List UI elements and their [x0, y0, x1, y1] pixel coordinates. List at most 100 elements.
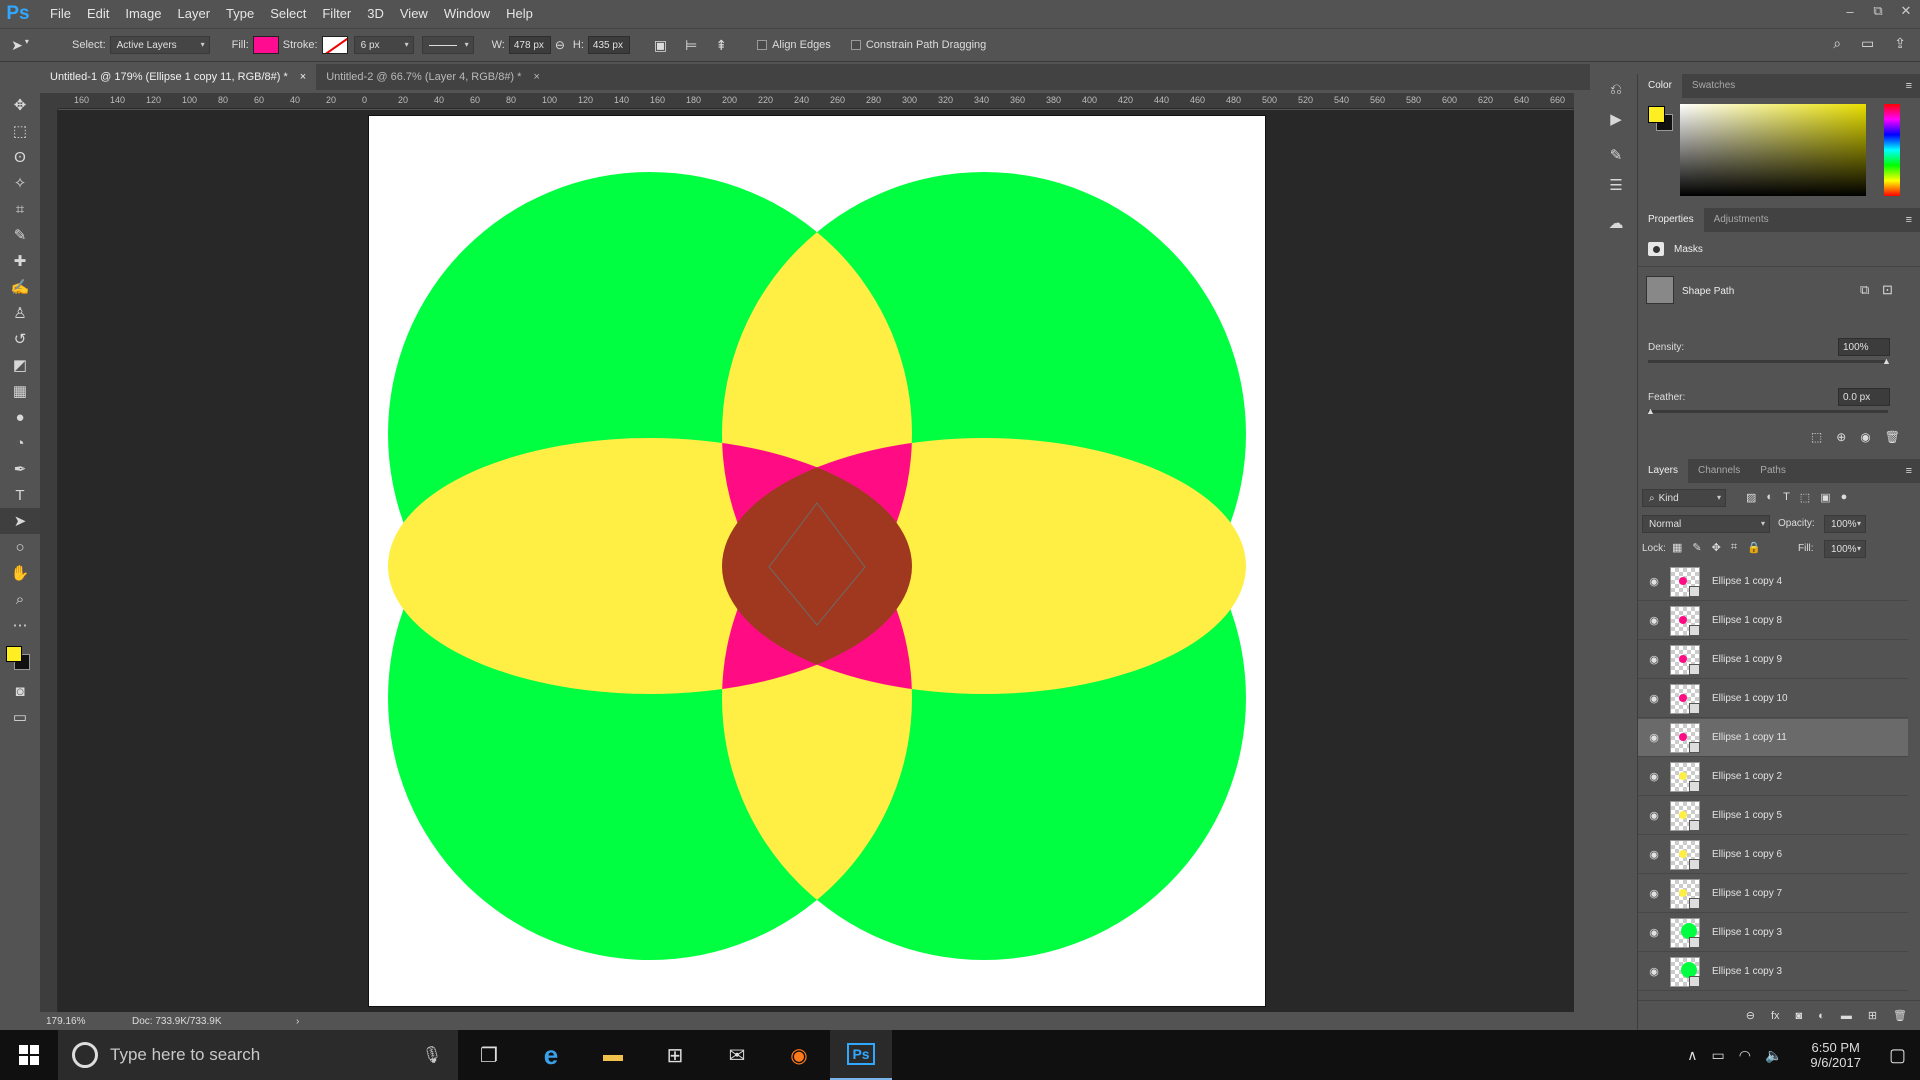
stroke-type-dropdown[interactable]: ▾	[421, 36, 474, 54]
gradient-tool-icon[interactable]: ▦	[0, 378, 40, 404]
layer-row[interactable]: ◉ Ellipse 1 copy 8	[1638, 602, 1908, 640]
tab-properties[interactable]: Properties	[1638, 208, 1704, 232]
tray-chevron-icon[interactable]: ∧	[1687, 1047, 1697, 1064]
filter-toggle-icon[interactable]: ●	[1841, 491, 1848, 504]
eye-icon[interactable]: ◉	[1638, 614, 1670, 627]
windows-start-icon[interactable]	[0, 1030, 58, 1080]
density-slider-handle[interactable]: ▲	[1882, 356, 1891, 366]
dodge-tool-icon[interactable]: ◔	[0, 430, 40, 456]
layer-row[interactable]: ◉ Ellipse 1 copy 4	[1638, 563, 1908, 601]
panel-foreground-color[interactable]	[1648, 106, 1665, 123]
eye-icon[interactable]: ◉	[1638, 770, 1670, 783]
eye-icon[interactable]: ◉	[1638, 848, 1670, 861]
actions-panel-icon[interactable]: ▶	[1597, 104, 1635, 134]
eye-icon[interactable]: ◉	[1638, 575, 1670, 588]
eye-icon[interactable]: ◉	[1638, 809, 1670, 822]
link-icon[interactable]: ⊖	[555, 38, 565, 52]
eye-icon[interactable]: ◉	[1638, 926, 1670, 939]
filter-adjustment-icon[interactable]: ◐	[1766, 491, 1773, 504]
adjustment-layer-icon[interactable]: ◐	[1818, 1010, 1825, 1022]
path-selection-tool-icon[interactable]: ➤	[0, 508, 40, 534]
volume-icon[interactable]: 🔈	[1765, 1047, 1782, 1064]
menu-select[interactable]: Select	[262, 0, 314, 27]
layer-row[interactable]: ◉ Ellipse 1 copy 11	[1638, 719, 1908, 757]
magic-wand-icon[interactable]: ✧	[0, 170, 40, 196]
fx-icon[interactable]: fx	[1771, 1010, 1780, 1022]
ellipse-tool-icon[interactable]: ○	[0, 534, 40, 560]
firefox-icon[interactable]: ◉	[768, 1030, 830, 1080]
healing-brush-icon[interactable]: ✚	[0, 248, 40, 274]
lock-position-icon[interactable]: ✥	[1712, 541, 1721, 554]
eye-icon[interactable]: ◉	[1638, 653, 1670, 666]
search-icon[interactable]: ⌕	[1833, 35, 1841, 52]
layer-filter-dropdown[interactable]: ⌕ Kind ▾	[1642, 489, 1726, 507]
status-arrow[interactable]: ›	[236, 1016, 299, 1027]
trash-icon[interactable]: 🗑	[1885, 430, 1900, 444]
lasso-tool-icon[interactable]: ʘ	[0, 144, 40, 170]
menu-type[interactable]: Type	[218, 0, 262, 27]
menu-view[interactable]: View	[392, 0, 436, 27]
add-mask-icon[interactable]: ◙	[1796, 1010, 1803, 1022]
panel-menu-icon[interactable]: ≡	[1906, 80, 1920, 92]
pen-tool-icon[interactable]: ✒	[0, 456, 40, 482]
select-dropdown[interactable]: Active Layers ▾	[109, 36, 210, 54]
stamp-tool-icon[interactable]: ♙	[0, 300, 40, 326]
close-icon[interactable]: ×	[533, 64, 539, 90]
document-canvas[interactable]	[368, 115, 1266, 1007]
constrain-path-checkbox[interactable]	[850, 40, 861, 50]
menu-edit[interactable]: Edit	[79, 0, 117, 27]
feather-slider[interactable]	[1648, 410, 1888, 413]
store-icon[interactable]: ⊞	[644, 1030, 706, 1080]
menu-layer[interactable]: Layer	[170, 0, 219, 27]
task-view-icon[interactable]: ❐	[458, 1030, 520, 1080]
menu-filter[interactable]: Filter	[314, 0, 359, 27]
foreground-color[interactable]	[6, 646, 22, 662]
layer-row[interactable]: ◉ Ellipse 1 copy 2	[1638, 758, 1908, 796]
share-icon[interactable]: ⇪	[1894, 35, 1906, 52]
apply-mask-icon[interactable]: ⊕	[1836, 430, 1846, 444]
eraser-icon[interactable]: ◩	[0, 352, 40, 378]
feather-slider-handle[interactable]: ▲	[1646, 406, 1655, 416]
zoom-tool-icon[interactable]: ⌕	[0, 586, 40, 612]
stroke-swatch[interactable]	[321, 36, 348, 54]
hue-slider[interactable]	[1884, 104, 1900, 196]
zoom-level[interactable]: 179.16%	[40, 1016, 106, 1027]
opacity-field[interactable]: 100% ▾	[1824, 515, 1866, 533]
tab-untitled-1[interactable]: Untitled-1 @ 179% (Ellipse 1 copy 11, RG…	[40, 64, 317, 90]
height-field[interactable]: 435 px	[587, 36, 630, 54]
brush-settings-icon[interactable]: ☰	[1597, 170, 1635, 200]
tab-paths[interactable]: Paths	[1750, 459, 1796, 483]
minimize-button[interactable]: –	[1836, 0, 1864, 22]
more-tools-icon[interactable]: ⋯	[0, 612, 40, 638]
menu-image[interactable]: Image	[117, 0, 169, 27]
tab-layers[interactable]: Layers	[1638, 459, 1689, 483]
color-swatches[interactable]	[0, 638, 40, 678]
file-explorer-icon[interactable]: ▬	[582, 1030, 644, 1080]
wifi-icon[interactable]: ◠	[1739, 1047, 1751, 1064]
menu-help[interactable]: Help	[498, 0, 541, 27]
new-group-icon[interactable]: ▬	[1841, 1010, 1852, 1022]
lock-artboard-icon[interactable]: ⌗	[1731, 541, 1737, 554]
mail-icon[interactable]: ✉	[706, 1030, 768, 1080]
microphone-icon[interactable]: 🎙	[422, 1045, 442, 1065]
path-alignment-icon[interactable]: ⊨	[685, 37, 697, 54]
brush-tool-icon[interactable]: ✍	[0, 274, 40, 300]
filter-smart-object-icon[interactable]: ▣	[1820, 491, 1830, 504]
vector-mask-icon[interactable]: ⊡	[1882, 282, 1893, 298]
filter-type-icon[interactable]: T	[1783, 491, 1790, 504]
restore-button[interactable]: ⧉	[1864, 0, 1892, 22]
tab-color[interactable]: Color	[1638, 74, 1682, 98]
tool-preset-picker[interactable]: ➤ ▾	[0, 37, 40, 54]
layer-row[interactable]: ◉ Ellipse 1 copy 3	[1638, 953, 1908, 991]
tab-channels[interactable]: Channels	[1688, 459, 1750, 483]
workspace-icon[interactable]: ▭	[1861, 35, 1874, 52]
screen-mode-icon[interactable]: ▭	[0, 704, 40, 730]
lock-transparent-icon[interactable]: ▦	[1672, 541, 1682, 554]
layer-row[interactable]: ◉ Ellipse 1 copy 7	[1638, 875, 1908, 913]
blur-tool-icon[interactable]: ●	[0, 404, 40, 430]
layer-row[interactable]: ◉ Ellipse 1 copy 10	[1638, 680, 1908, 718]
marquee-tool-icon[interactable]: ⬚	[0, 118, 40, 144]
brush-panel-icon[interactable]: ✎	[1597, 140, 1635, 170]
menu-file[interactable]: File	[42, 0, 79, 27]
move-tool-icon[interactable]: ✥	[0, 92, 40, 118]
